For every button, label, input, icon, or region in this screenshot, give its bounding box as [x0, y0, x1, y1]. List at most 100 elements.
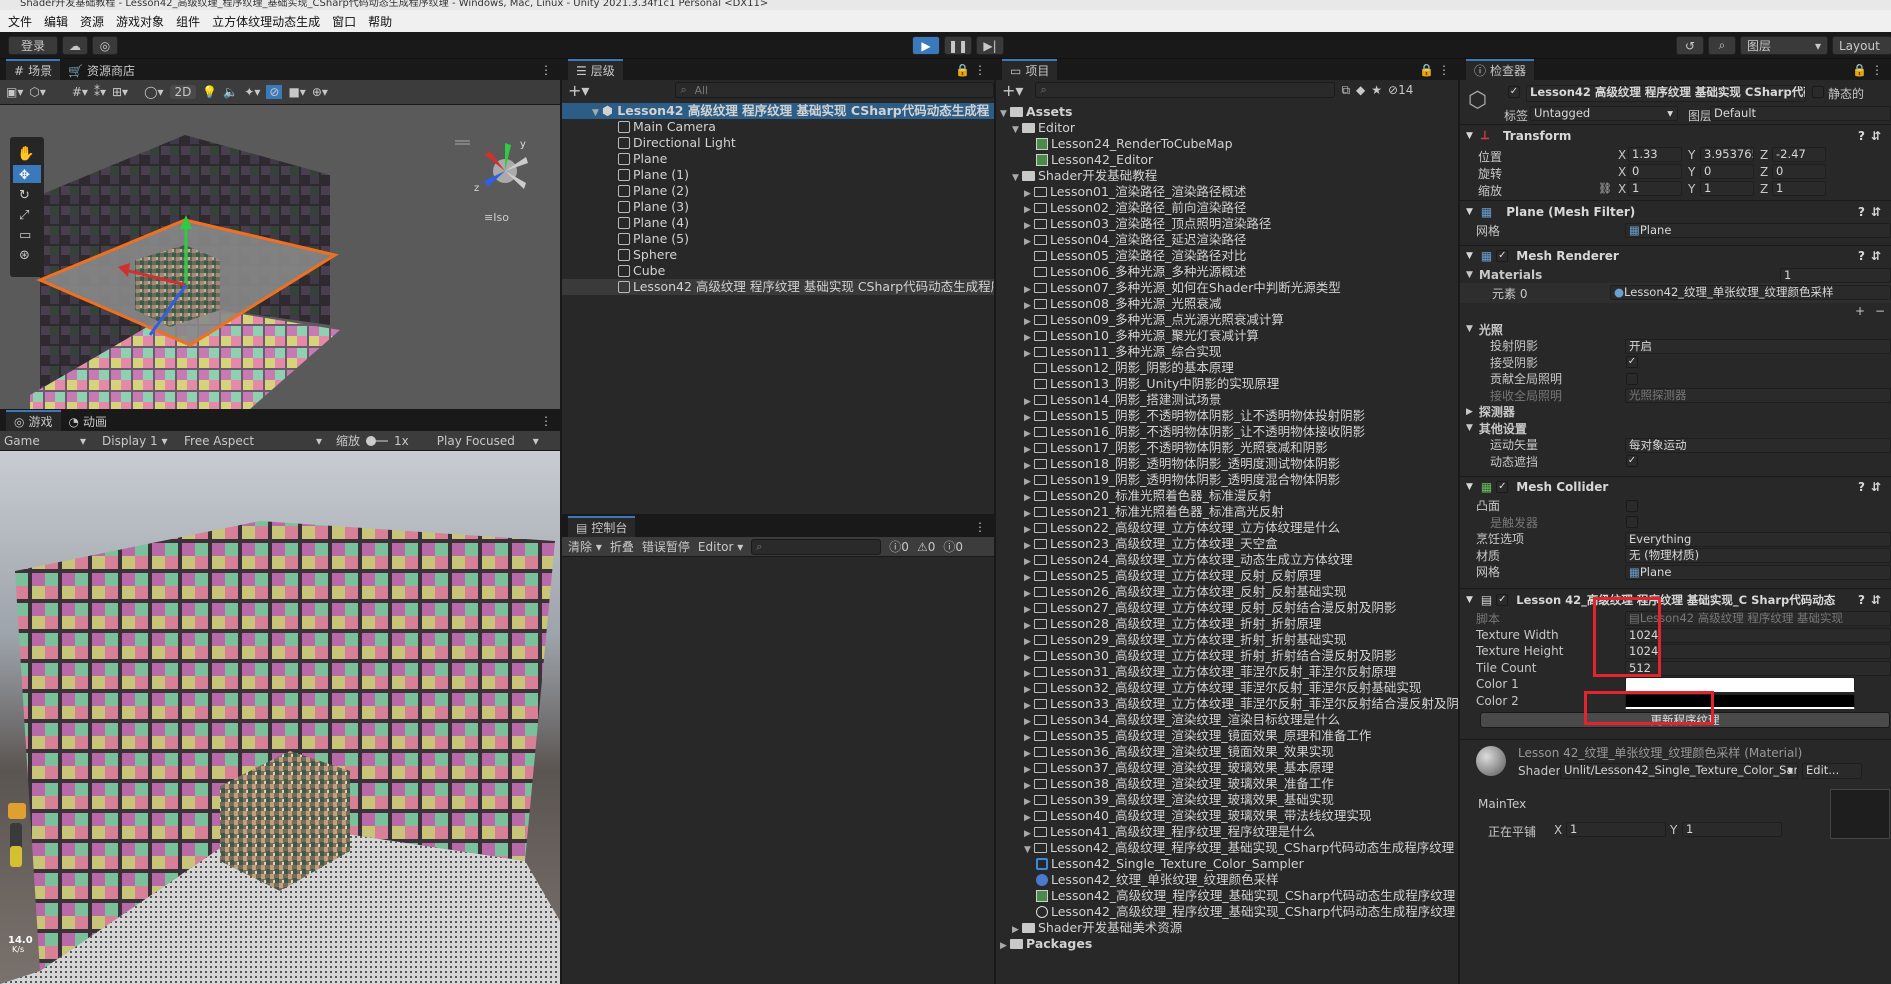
filter-type-icon[interactable]: ⧉: [1341, 83, 1350, 98]
lesson-folder[interactable]: ▶ Lesson14_阴影_搭建测试场景: [996, 392, 1458, 408]
probes-section[interactable]: ▶ 探测器: [1460, 404, 1891, 421]
lesson-folder[interactable]: ▶ Lesson34_高级纹理_渲染纹理_渲染目标纹理是什么: [996, 712, 1458, 728]
settings-icon[interactable]: ⇵: [1871, 593, 1881, 607]
lesson-folder[interactable]: ▶ Lesson31_高级纹理_立方体纹理_菲涅尔反射_菲涅尔反射原理: [996, 664, 1458, 680]
lesson-folder[interactable]: ▶ Lesson27_高级纹理_立方体纹理_反射_反射结合漫反射及阴影: [996, 600, 1458, 616]
layer-dropdown[interactable]: Default: [1710, 106, 1891, 121]
tab-console[interactable]: ▤ 控制台: [568, 516, 636, 537]
lesson-folder[interactable]: ▶ Lesson29_高级纹理_立方体纹理_折射_折射基础实现: [996, 632, 1458, 648]
enabled-checkbox[interactable]: ✓: [1496, 481, 1509, 493]
rotation-z-field[interactable]: 0: [1772, 164, 1826, 179]
lesson-folder[interactable]: ▶ Lesson20_标准光照着色器_标准漫反射: [996, 488, 1458, 504]
scene-viewport[interactable]: ✋ ✥ ↻ ⤢ ▭ ⊛ z y ≡Iso: [0, 105, 560, 409]
panel-menu-icon[interactable]: ⋮: [1438, 63, 1450, 77]
static-checkbox[interactable]: [1812, 86, 1824, 98]
hierarchy-item-cube[interactable]: Cube: [562, 263, 994, 279]
menu-component[interactable]: 组件: [176, 13, 200, 30]
file-item[interactable]: Lesson24_RenderToCubeMap: [996, 136, 1458, 152]
console-search[interactable]: ⌕: [751, 538, 882, 555]
error-count-toggle[interactable]: ⓘ0: [943, 538, 963, 555]
lesson-folder[interactable]: ▶ Lesson04_渲染路径_延迟渲染路径: [996, 232, 1458, 248]
tile-count-field[interactable]: 512: [1625, 660, 1891, 676]
panel-menu-icon[interactable]: ⋮: [1871, 63, 1883, 77]
lesson-folder[interactable]: Lesson12_阴影_阴影的基本原理: [996, 360, 1458, 376]
menu-cubemap[interactable]: 立方体纹理动态生成: [212, 13, 320, 30]
folder-assets[interactable]: ▼ Assets: [996, 104, 1458, 120]
pause-button[interactable]: ❚❚: [944, 36, 972, 55]
position-y-field[interactable]: 3.953765: [1700, 147, 1754, 162]
hierarchy-item-main-camera[interactable]: Main Camera: [562, 119, 994, 135]
convex-checkbox[interactable]: [1626, 499, 1638, 512]
mesh-renderer-header[interactable]: ▼ ▦ ✓ Mesh Renderer ? ⇵: [1460, 244, 1891, 267]
tab-inspector[interactable]: ⓘ 检查器: [1466, 59, 1535, 80]
lesson-folder[interactable]: ▶ Lesson28_高级纹理_立方体纹理_折射_折射原理: [996, 616, 1458, 632]
menu-gameobject[interactable]: 游戏对象: [116, 13, 164, 30]
lesson-folder[interactable]: ▶ Lesson16_阴影_不透明物体阴影_让不透明物体接收阴影: [996, 424, 1458, 440]
panel-menu-icon[interactable]: ⋮: [540, 63, 552, 77]
warning-count-toggle[interactable]: ⚠0: [917, 540, 935, 554]
help-icon[interactable]: ?: [1858, 205, 1865, 219]
snap-icon[interactable]: ⁑▾: [94, 85, 106, 99]
help-icon[interactable]: ?: [1858, 593, 1865, 607]
lesson-folder[interactable]: ▶ Lesson39_高级纹理_渲染纹理_玻璃效果_基础实现: [996, 792, 1458, 808]
shading-icon[interactable]: ◯▾: [144, 85, 163, 99]
cooking-dropdown[interactable]: Everything: [1625, 531, 1891, 547]
lighting-section[interactable]: ▼ 光照: [1460, 321, 1891, 338]
iso-label[interactable]: ≡Iso: [484, 211, 509, 224]
texture-width-field[interactable]: 1024: [1625, 627, 1891, 643]
lesson-folder[interactable]: ▶ Lesson33_高级纹理_立方体纹理_菲涅尔反射_菲涅尔反射结合漫反射及阴影: [996, 696, 1458, 712]
lesson-folder[interactable]: ▶ Lesson01_渲染路径_渲染路径概述: [996, 184, 1458, 200]
tab-asset-store[interactable]: 🛒 资源商店: [60, 59, 144, 80]
collab-icon[interactable]: ◎: [92, 36, 118, 55]
filter-label-icon[interactable]: ◆: [1356, 83, 1365, 97]
cloud-icon[interactable]: ☁: [62, 36, 88, 55]
rotation-y-field[interactable]: 0: [1700, 164, 1754, 179]
render-mode-icon[interactable]: ⬡▾: [29, 85, 46, 99]
lesson-folder[interactable]: ▶ Lesson35_高级纹理_渲染纹理_镜面效果_原理和准备工作: [996, 728, 1458, 744]
aspect-dropdown[interactable]: Free Aspect ▾: [168, 434, 328, 448]
add-icon[interactable]: +▾: [568, 81, 589, 100]
enabled-checkbox[interactable]: ✓: [1496, 593, 1509, 606]
hidden-count[interactable]: ⊘14: [1388, 83, 1413, 97]
settings-icon[interactable]: ⇵: [1871, 129, 1881, 143]
rotation-x-field[interactable]: 0: [1628, 164, 1682, 179]
panel-menu-icon[interactable]: ⋮: [974, 63, 986, 77]
login-button[interactable]: 登录: [8, 36, 58, 55]
transform-header[interactable]: ▼ ⟂ Transform ? ⇵: [1460, 124, 1891, 146]
lesson-folder[interactable]: ▶ Lesson08_多种光源_光照衰减: [996, 296, 1458, 312]
lesson-folder[interactable]: ▶ Lesson17_阴影_不透明物体阴影_光照衰减和阴影: [996, 440, 1458, 456]
lesson-folder[interactable]: ▶ Lesson36_高级纹理_渲染纹理_镜面效果_效果实现: [996, 744, 1458, 760]
file-item[interactable]: Lesson42_纹理_单张纹理_纹理颜色采样: [996, 872, 1458, 888]
enabled-checkbox[interactable]: ✓: [1496, 250, 1509, 262]
settings-icon[interactable]: ⇵: [1871, 480, 1881, 494]
lesson-folder[interactable]: ▶ Lesson24_高级纹理_立方体纹理_动态生成立方体纹理: [996, 552, 1458, 568]
collider-mesh-field[interactable]: ▦Plane: [1625, 564, 1891, 580]
lesson-folder[interactable]: ▶ Lesson03_渲染路径_顶点照明渲染路径: [996, 216, 1458, 232]
file-item[interactable]: Lesson42_高级纹理_程序纹理_基础实现_CSharp代码动态生成程序纹理: [996, 904, 1458, 920]
lock-icon[interactable]: 🔒: [1419, 63, 1434, 77]
lesson-folder[interactable]: ▶ Lesson19_阴影_透明物体阴影_透明度混合物体阴影: [996, 472, 1458, 488]
active-checkbox[interactable]: ✓: [1508, 86, 1520, 98]
materials-count-field[interactable]: 1: [1780, 267, 1891, 283]
lesson-folder[interactable]: ▶ Lesson26_高级纹理_立方体纹理_反射_反射基础实现: [996, 584, 1458, 600]
tiling-y-field[interactable]: 1: [1682, 822, 1782, 837]
error-pause-button[interactable]: 错误暂停: [642, 538, 690, 555]
shader-dropdown[interactable]: Unlit/Lesson42_Single_Texture_Color_Samp…: [1560, 763, 1798, 779]
panel-menu-icon[interactable]: ⋮: [540, 414, 552, 428]
tab-game[interactable]: ◎ 游戏: [6, 410, 61, 431]
menu-edit[interactable]: 编辑: [44, 13, 68, 30]
dynamic-occlusion-checkbox[interactable]: ✓: [1626, 455, 1638, 467]
settings-icon[interactable]: ⇵: [1871, 205, 1881, 219]
tab-hierarchy[interactable]: ☰ 层级: [568, 59, 623, 80]
lesson-folder[interactable]: ▶ Lesson07_多种光源_如何在Shader中判断光源类型: [996, 280, 1458, 296]
script-component-header[interactable]: ▼ ▤ ✓ Lesson 42_高级纹理 程序纹理 基础实现_C Sharp代码…: [1460, 588, 1891, 610]
link-icon[interactable]: ⛓: [1598, 182, 1612, 195]
gizmos-icon[interactable]: ⊕▾: [312, 85, 328, 99]
lesson-folder[interactable]: ▶ Lesson18_阴影_透明物体阴影_透明度测试物体阴影: [996, 456, 1458, 472]
hierarchy-item-plane-5[interactable]: Plane (5): [562, 231, 994, 247]
object-name-field[interactable]: Lesson42 高级纹理 程序纹理 基础实现 CSharp代码: [1526, 85, 1806, 102]
lesson-folder[interactable]: ▶ Lesson38_高级纹理_渲染纹理_玻璃效果_准备工作: [996, 776, 1458, 792]
editor-dropdown[interactable]: Editor ▾: [698, 540, 743, 554]
scale-slider[interactable]: [366, 435, 389, 446]
hierarchy-item-directional-light[interactable]: Directional Light: [562, 135, 994, 151]
